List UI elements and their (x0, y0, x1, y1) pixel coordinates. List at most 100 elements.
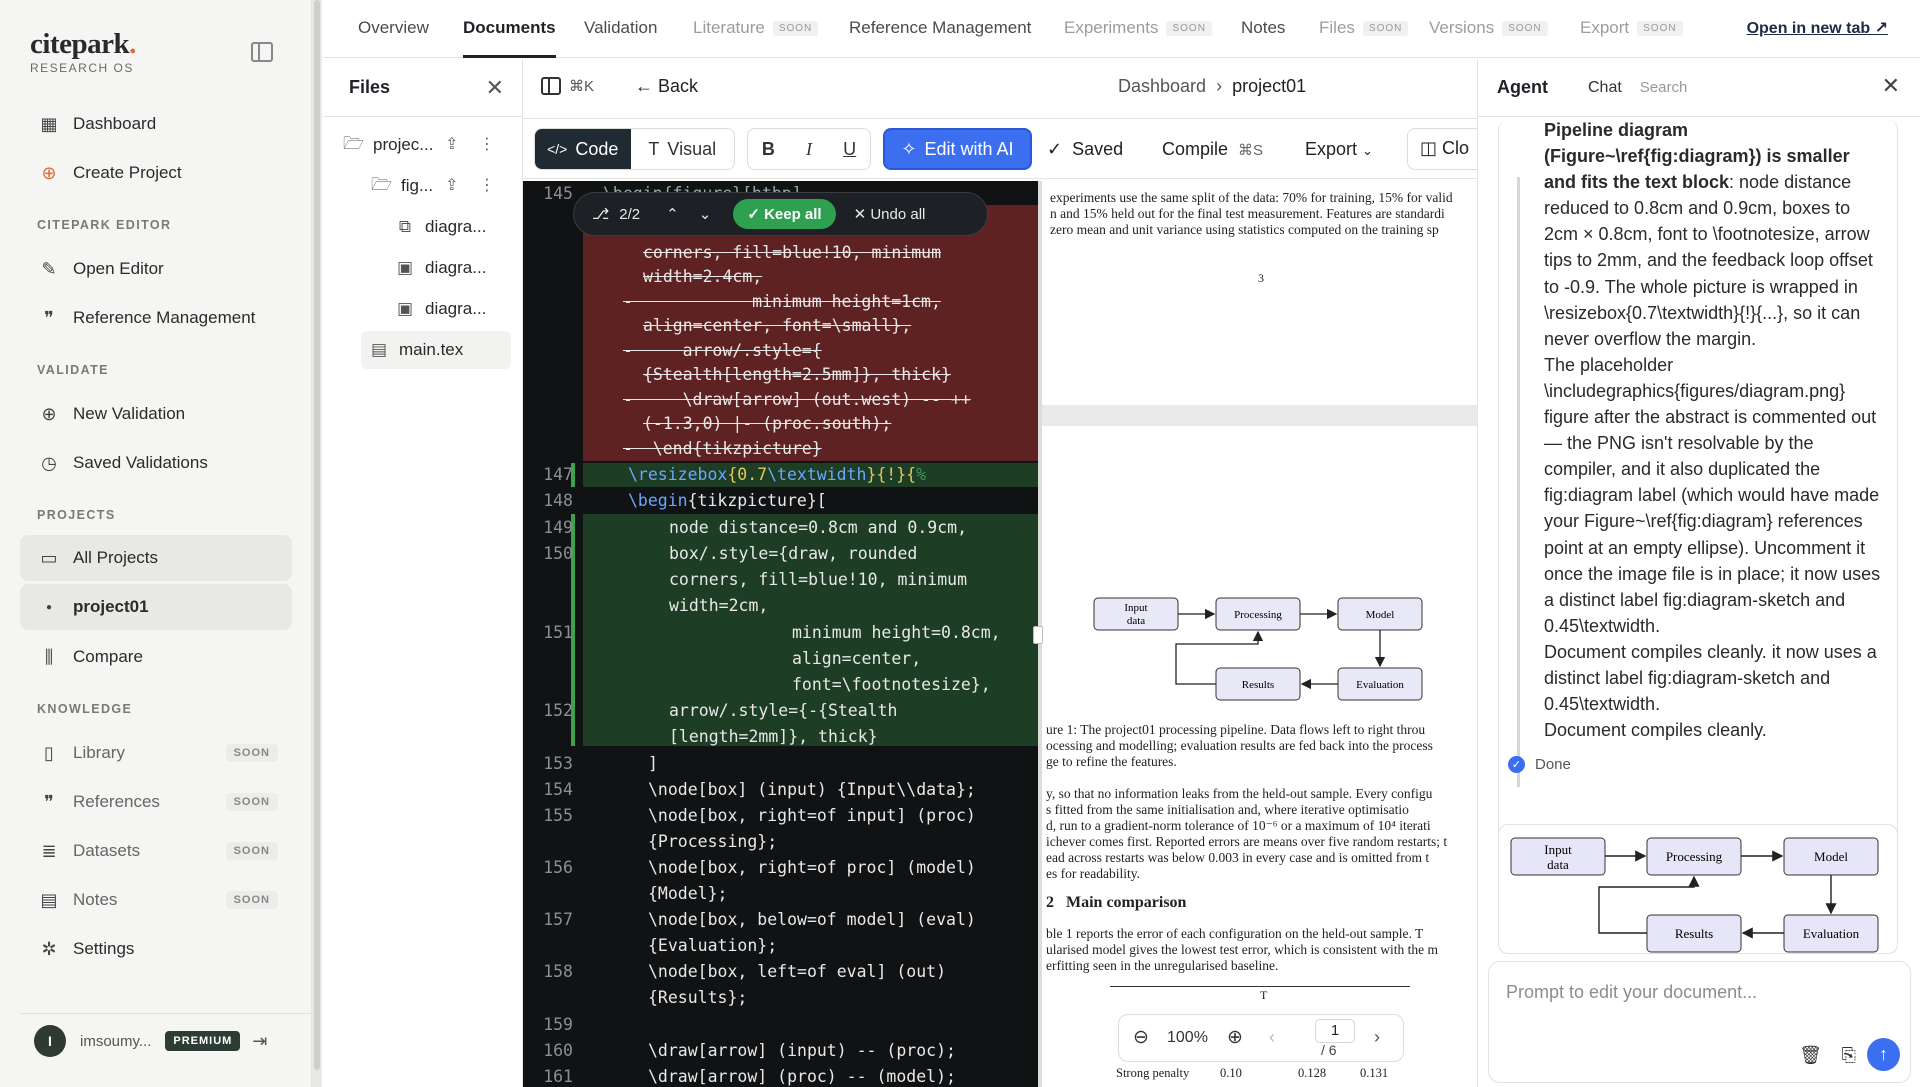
send-button[interactable]: ↑ (1867, 1038, 1900, 1071)
user-row[interactable]: I imsoumy... PREMIUM ⇥ (34, 1025, 284, 1057)
page-input[interactable]: 1 (1315, 1019, 1355, 1043)
prompt-input[interactable]: Prompt to edit your document... 🗑 ⎘ ↑ (1488, 961, 1911, 1083)
sidebar-collapse-icon[interactable] (251, 42, 273, 62)
tab-export[interactable]: Export SOON (1580, 18, 1683, 38)
pdf-text-line: ularised model gives the lowest test err… (1046, 942, 1439, 957)
crumb-dashboard[interactable]: Dashboard (1118, 76, 1206, 96)
tab-reference-management[interactable]: Reference Management (849, 18, 1031, 38)
pdf-text-line: y, so that no information leaks from the… (1046, 786, 1433, 801)
chevron-up-icon[interactable]: ⌃ (666, 205, 679, 223)
sidebar-item-project01[interactable]: ● project01 (20, 584, 292, 630)
deleted-line: - minimum height=1cm, (623, 292, 941, 311)
tab-search[interactable]: Search (1640, 79, 1688, 96)
splitter-handle[interactable] (1033, 626, 1043, 644)
tree-file-diagram[interactable]: ⧉ diagra... (395, 208, 515, 246)
sidebar-item-notes[interactable]: ▤ Notes SOON (20, 877, 292, 923)
compile-button[interactable]: Compile ⌘S (1162, 139, 1263, 160)
upload-icon[interactable]: ⇪ (445, 134, 458, 154)
chevron-right-icon: › (1211, 76, 1228, 96)
panel-toggle-icon[interactable] (541, 77, 561, 95)
more-icon[interactable]: ⋮ (479, 134, 495, 154)
deleted-line: align=center, font=\small}, (643, 316, 912, 335)
chevron-right-icon[interactable]: › (1374, 1027, 1380, 1048)
quote-icon: ❞ (44, 307, 54, 328)
more-icon[interactable]: ⋮ (479, 175, 495, 195)
export-dropdown[interactable]: Export ⌄ (1305, 139, 1373, 160)
pdf-caption-line: ocessing and modelling; evaluation resul… (1046, 738, 1433, 753)
message-paragraph: Document compiles cleanly. it now uses a… (1544, 641, 1877, 715)
sidebar-item-all-projects[interactable]: ▭ All Projects (20, 535, 292, 581)
tab-literature[interactable]: Literature SOON (693, 18, 819, 38)
tab-versions[interactable]: Versions SOON (1429, 18, 1548, 38)
tab-overview[interactable]: Overview (358, 18, 429, 38)
tree-file-main-tex[interactable]: ▤ main.tex (361, 331, 511, 369)
back-button[interactable]: ← Back (635, 76, 698, 97)
tab-notes[interactable]: Notes (1241, 18, 1285, 38)
sidebar-item-compare[interactable]: ⫼ Compare (20, 634, 292, 680)
section-label-validate: VALIDATE (37, 363, 109, 377)
logo[interactable]: citepark. RESEARCH OS (30, 28, 136, 75)
code-mode-button[interactable]: </> Code (535, 129, 631, 169)
zoom-out-icon[interactable]: ⊖ (1133, 1026, 1149, 1049)
code-editor[interactable]: 145 \begin{figure}[htbp] corners, fill=b… (523, 181, 1038, 1087)
tree-file-diagram-image[interactable]: ▣ diagra... (395, 290, 515, 328)
tab-label: Versions (1429, 18, 1495, 37)
sidebar-item-library[interactable]: ▯ Library SOON (20, 730, 292, 776)
logo-dot: . (129, 28, 136, 60)
undo-all-button[interactable]: ✕ Undo all (854, 205, 926, 223)
plus-circle-icon: ⊕ (41, 403, 57, 424)
sidebar-item-saved-validations[interactable]: ◷ Saved Validations (20, 440, 292, 486)
sidebar-item-new-validation[interactable]: ⊕ New Validation (20, 391, 292, 437)
line-number: 150 (543, 544, 573, 563)
tab-experiments[interactable]: Experiments SOON (1064, 18, 1212, 38)
sidebar-item-label: Compare (73, 647, 143, 666)
underline-button[interactable]: U (829, 129, 870, 169)
logout-icon[interactable]: ⇥ (252, 1031, 267, 1052)
trash-icon[interactable]: 🗑 (1799, 1045, 1822, 1066)
bold-button[interactable]: B (748, 129, 789, 169)
soon-badge: SOON (772, 21, 819, 36)
tab-chat[interactable]: Chat (1588, 79, 1622, 97)
close-preview-button[interactable]: ◫ Clo (1407, 128, 1477, 170)
sidebar-item-reference-management[interactable]: ❞ Reference Management (20, 295, 292, 341)
edit-with-ai-button[interactable]: ✧ Edit with AI (883, 128, 1032, 170)
tree-file-diagram-image[interactable]: ▣ diagra... (395, 249, 515, 287)
code-line: \resizebox{0.7\textwidth}{!}{% (628, 465, 927, 484)
soon-badge: SOON (225, 744, 278, 762)
sidebar-item-references[interactable]: ❞ References SOON (20, 779, 292, 825)
open-in-new-tab-link[interactable]: Open in new tab ↗ (1747, 18, 1888, 38)
code-icon: </> (547, 141, 568, 157)
diagram-label: Input (1124, 602, 1147, 614)
diagram-thumbnail[interactable]: Input data Processing Model Results Eval… (1498, 824, 1898, 954)
sidebar-item-label: New Validation (73, 404, 186, 423)
keep-all-button[interactable]: ✓ Keep all (733, 199, 836, 229)
tab-validation[interactable]: Validation (584, 18, 657, 38)
sidebar-scrollbar[interactable] (312, 0, 322, 1087)
italic-button[interactable]: I (789, 129, 830, 169)
sidebar-item-datasets[interactable]: ≣ Datasets SOON (20, 828, 292, 874)
chevron-down-icon[interactable]: ⌄ (699, 205, 712, 223)
upload-icon[interactable]: ⇪ (445, 175, 458, 195)
sidebar-item-label: All Projects (73, 548, 159, 567)
sidebar-item-create-project[interactable]: ⊕ Create Project (20, 150, 292, 196)
close-icon[interactable]: ✕ (1882, 73, 1900, 99)
close-icon[interactable]: ✕ (486, 75, 504, 101)
chevron-left-icon[interactable]: ‹ (1269, 1027, 1275, 1048)
sidebar-item-dashboard[interactable]: ▦ Dashboard (20, 101, 292, 147)
tab-documents[interactable]: Documents (463, 18, 556, 38)
zoom-in-icon[interactable]: ⊕ (1227, 1026, 1243, 1049)
svg-text:Input: Input (1544, 842, 1572, 857)
sidebar-item-settings[interactable]: ✲ Settings (20, 926, 292, 972)
visual-mode-button[interactable]: T Visual (631, 129, 734, 169)
plus-circle-icon: ⊕ (41, 162, 57, 183)
diagram-label: Results (1675, 926, 1713, 941)
tab-files[interactable]: Files SOON (1319, 18, 1409, 38)
diagram-label: Model (1814, 849, 1848, 864)
arrow-up-icon: ↑ (1879, 1044, 1888, 1064)
line-number: 151 (543, 623, 573, 642)
sidebar-item-open-editor[interactable]: ✎ Open Editor (20, 246, 292, 292)
paperclip-icon[interactable]: ⎘ (1842, 1045, 1856, 1066)
code-line: ] (648, 754, 658, 773)
tree-label: fig... (401, 176, 434, 195)
pdf-preview[interactable]: experiments use the same split of the da… (1038, 181, 1477, 1087)
